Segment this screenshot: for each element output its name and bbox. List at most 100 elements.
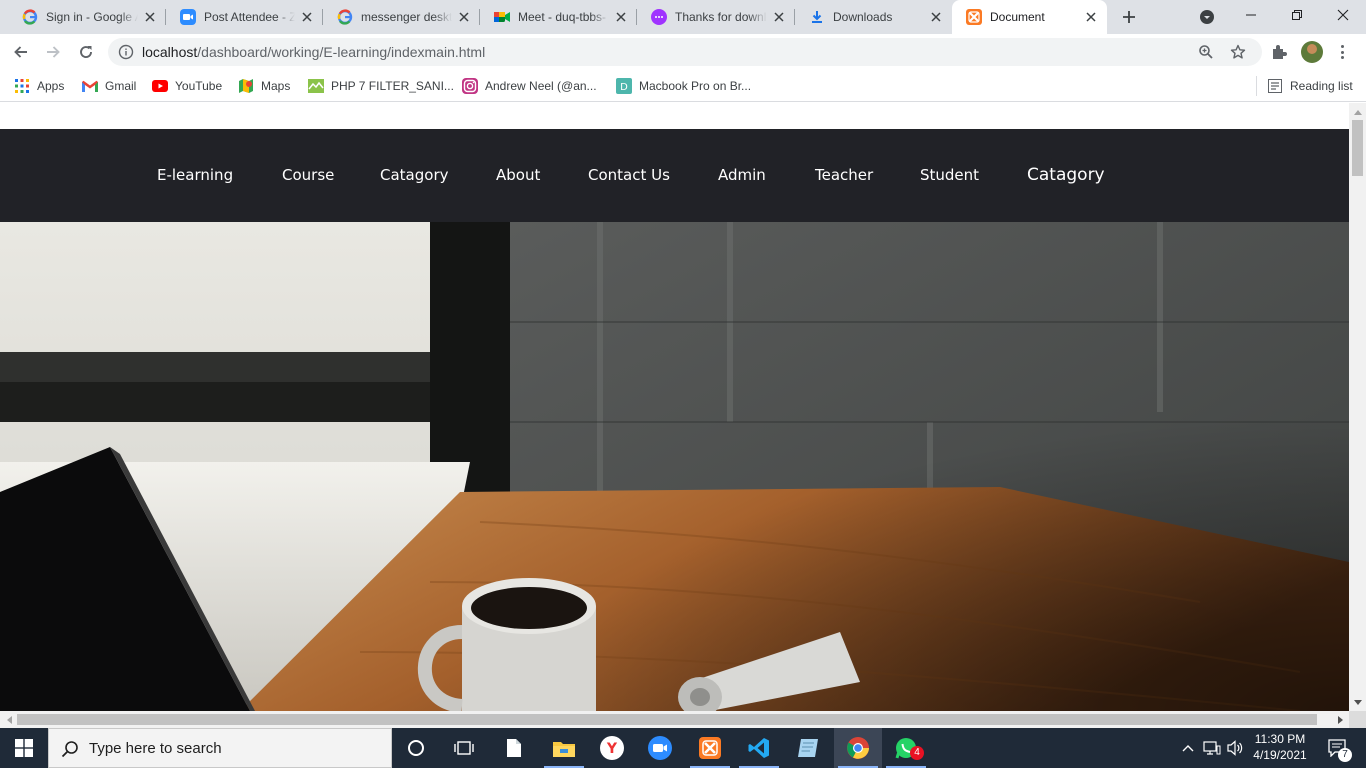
tab-document[interactable]: Document (952, 0, 1107, 34)
taskbar-app-vscode[interactable] (735, 728, 783, 768)
bookmark-php-filter[interactable]: PHP 7 FILTER_SANI... (308, 76, 454, 96)
bookmark-gmail[interactable]: Gmail (82, 76, 136, 96)
extensions-puzzle-icon[interactable] (1270, 43, 1288, 61)
hero-image (0, 222, 1349, 711)
nav-link-teacher[interactable]: Teacher (815, 129, 873, 222)
reload-button[interactable] (72, 38, 100, 66)
close-tab-icon[interactable] (456, 9, 472, 25)
taskbar-app-whatsapp[interactable]: 4 (882, 728, 930, 768)
tab-thanks-for-downloading[interactable]: Thanks for downloading (637, 0, 795, 34)
scroll-up-arrow-icon[interactable] (1349, 103, 1366, 120)
action-center-button[interactable]: 7 (1318, 728, 1356, 768)
plus-icon (1123, 11, 1135, 23)
tab-sign-in-google[interactable]: Sign in - Google Accounts (8, 0, 166, 34)
xampp-icon (699, 737, 721, 759)
new-tab-button[interactable] (1118, 6, 1140, 28)
address-bar[interactable]: localhost/dashboard/working/E-learning/i… (108, 38, 1262, 66)
zoom-icon (648, 736, 672, 760)
close-window-button[interactable] (1320, 0, 1366, 30)
google-meet-icon (494, 9, 510, 25)
taskbar-clock[interactable]: 11:30 PM 4/19/2021 (1246, 731, 1314, 763)
back-button[interactable] (7, 38, 35, 66)
volume-button[interactable] (1226, 728, 1246, 768)
task-view-button[interactable] (440, 728, 488, 768)
close-icon (1337, 9, 1349, 21)
bookmark-andrew-neel[interactable]: Andrew Neel (@an... (462, 76, 597, 96)
bookmark-star-icon[interactable] (1230, 44, 1246, 60)
tab-title: Thanks for downloading (675, 10, 767, 24)
taskbar-app-zoom[interactable] (636, 728, 684, 768)
close-tab-icon[interactable] (928, 9, 944, 25)
scroll-right-arrow-icon[interactable] (1332, 711, 1349, 728)
php-filter-icon (308, 78, 324, 94)
show-hidden-icons-button[interactable] (1178, 728, 1198, 768)
profile-avatar[interactable] (1301, 41, 1323, 63)
bookmark-macbook-pro[interactable]: D Macbook Pro on Br... (616, 76, 751, 96)
close-tab-icon[interactable] (142, 9, 158, 25)
zoom-icon (180, 9, 196, 25)
windows-taskbar: Type here to search Y 4 11:30 PM 4/19/20… (0, 728, 1366, 768)
cortana-button[interactable] (392, 728, 440, 768)
tab-search-button[interactable] (1197, 8, 1217, 26)
taskbar-app-yandex[interactable]: Y (588, 728, 636, 768)
scroll-down-arrow-icon[interactable] (1349, 694, 1366, 711)
info-icon (118, 44, 134, 60)
apps-grid-icon (14, 78, 30, 94)
url-path: /dashboard/working/E-learning/indexmain.… (197, 44, 486, 60)
tab-title: Document (990, 10, 1045, 24)
bookmark-apps[interactable]: Apps (14, 76, 64, 96)
close-tab-icon[interactable] (613, 9, 629, 25)
nav-link-catagory-dropdown[interactable]: Catagory (1027, 129, 1105, 222)
reading-list-button[interactable]: Reading list (1267, 76, 1353, 96)
taskbar-search-box[interactable]: Type here to search (48, 728, 392, 768)
minimize-button[interactable] (1228, 0, 1274, 30)
chrome-menu-kebab-icon[interactable] (1335, 44, 1349, 60)
close-tab-icon[interactable] (771, 9, 787, 25)
nav-link-e-learning[interactable]: E-learning (157, 129, 233, 222)
clock-date: 4/19/2021 (1253, 748, 1307, 762)
zoom-icon[interactable] (1198, 44, 1214, 60)
bookmark-youtube[interactable]: YouTube (152, 76, 222, 96)
bookmark-maps[interactable]: Maps (238, 76, 290, 96)
url-text: localhost/dashboard/working/E-learning/i… (142, 38, 485, 66)
nav-link-about[interactable]: About (496, 129, 540, 222)
forward-button[interactable] (39, 38, 67, 66)
restore-button[interactable] (1274, 0, 1320, 30)
tab-messenger-desktop[interactable]: messenger desktop (323, 0, 480, 34)
reading-list-icon (1267, 78, 1283, 94)
bookmarks-bar: Apps Gmail YouTube Maps PHP 7 FILTER_SAN… (0, 70, 1366, 102)
nav-link-catagory[interactable]: Catagory (380, 129, 448, 222)
nav-link-contact-us[interactable]: Contact Us (588, 129, 670, 222)
taskbar-app-file-explorer[interactable] (540, 728, 588, 768)
vertical-scrollbar[interactable] (1349, 103, 1366, 711)
start-button[interactable] (0, 728, 48, 768)
site-navbar: E-learning Course Catagory About Contact… (0, 129, 1349, 222)
tab-title: Downloads (833, 10, 893, 24)
notification-count-badge: 7 (1338, 748, 1352, 762)
nav-link-admin[interactable]: Admin (718, 129, 766, 222)
messenger-icon (651, 9, 667, 25)
tab-downloads[interactable]: Downloads (795, 0, 952, 34)
tab-google-meet[interactable]: Meet - duq-tbbs- (480, 0, 637, 34)
scroll-left-arrow-icon[interactable] (0, 711, 17, 728)
horizontal-scrollbar[interactable] (0, 711, 1349, 728)
bookmark-label: Apps (37, 79, 65, 93)
tab-title: messenger desktop (361, 10, 452, 24)
windows-logo-icon (15, 739, 33, 757)
tab-post-attendee-zoom[interactable]: Post Attendee - Zoom (166, 0, 323, 34)
d-bookmark-icon: D (616, 78, 632, 94)
google-icon (337, 9, 353, 25)
taskbar-app-chrome[interactable] (834, 728, 882, 768)
instagram-icon (462, 78, 478, 94)
close-tab-icon[interactable] (299, 9, 315, 25)
url-host: localhost (142, 44, 198, 60)
taskbar-app-notes[interactable] (784, 728, 832, 768)
taskbar-app-notepad[interactable] (490, 728, 538, 768)
horizontal-scroll-thumb[interactable] (17, 714, 1317, 725)
nav-link-course[interactable]: Course (282, 129, 334, 222)
close-tab-icon[interactable] (1083, 9, 1099, 25)
vertical-scroll-thumb[interactable] (1352, 120, 1363, 176)
nav-link-student[interactable]: Student (920, 129, 979, 222)
taskbar-app-xampp[interactable] (686, 728, 734, 768)
network-status-button[interactable] (1202, 728, 1222, 768)
